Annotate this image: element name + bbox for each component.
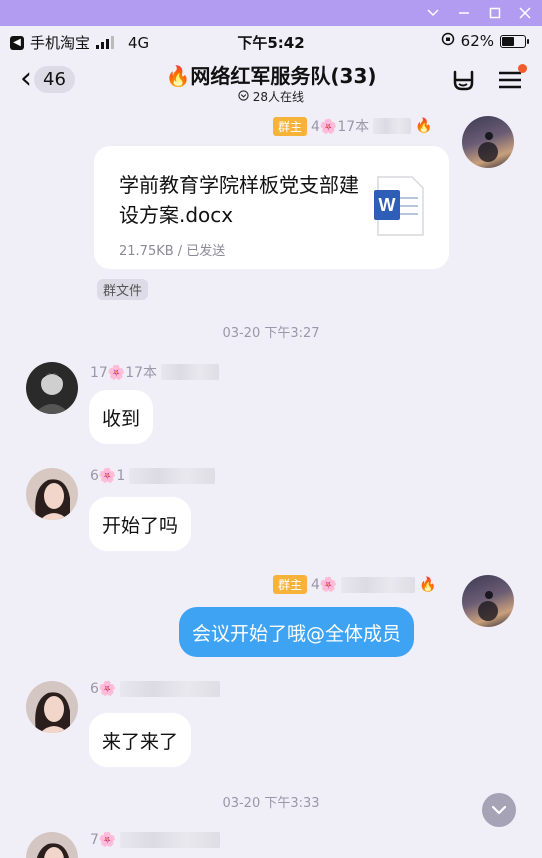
- maximize-icon[interactable]: [480, 0, 510, 26]
- battery-percent: 62%: [460, 32, 494, 50]
- menu-icon[interactable]: [498, 64, 527, 94]
- minimize-icon[interactable]: [449, 0, 479, 26]
- message-text: 来了来了: [102, 730, 179, 753]
- sender-name: 6🌸1: [90, 468, 126, 484]
- fire-icon: 🔥: [419, 576, 437, 593]
- owner-badge: 群主: [273, 575, 308, 594]
- sender-info: 6🌸: [90, 681, 221, 697]
- close-icon[interactable]: [510, 0, 540, 26]
- avatar[interactable]: [26, 468, 78, 520]
- blurred-name: [341, 576, 416, 593]
- message-bubble[interactable]: 开始了吗: [89, 497, 192, 551]
- timestamp: 03-20 下午3:33: [222, 796, 320, 811]
- avatar[interactable]: [462, 116, 514, 168]
- sender-info: 群主 4🌸 🔥: [273, 575, 437, 594]
- avatar[interactable]: [26, 832, 78, 858]
- fire-icon: 🔥: [165, 64, 191, 88]
- sender-name: 4🌸17本: [311, 119, 370, 135]
- scroll-to-bottom-button[interactable]: [482, 793, 516, 827]
- file-info: 21.75KB / 已发送: [119, 244, 226, 259]
- rotation-lock-icon: [441, 32, 455, 50]
- blurred-name: [161, 364, 220, 380]
- word-doc-icon: W: [374, 176, 424, 236]
- blurred-name: [120, 681, 221, 697]
- owner-badge: 群主: [273, 116, 308, 136]
- sender-info: 17🌸17本: [90, 362, 220, 382]
- sender-info: 6🌸1: [90, 468, 216, 484]
- message-bubble[interactable]: 会议开始了哦@全体成员: [179, 607, 415, 657]
- group-file-tag[interactable]: 群文件: [97, 279, 149, 300]
- file-message-card[interactable]: 学前教育学院样板党支部建设方案.docx 21.75KB / 已发送 W: [94, 146, 449, 269]
- message-text: 开始了吗: [102, 514, 179, 537]
- chevron-down-icon[interactable]: [418, 0, 448, 26]
- avatar[interactable]: [462, 575, 514, 627]
- svg-text:W: W: [379, 195, 396, 215]
- message-text: 会议开始了哦@全体成员: [192, 622, 402, 645]
- sender-info: 7🌸: [90, 832, 221, 848]
- avatar[interactable]: [26, 362, 78, 414]
- timestamp: 03-20 下午3:27: [222, 326, 320, 341]
- message-bubble[interactable]: 来了来了: [89, 713, 192, 767]
- chat-header: ‹ 46 🔥网络红军服务队(33) 28人在线: [0, 56, 542, 110]
- window-title-bar: [0, 0, 542, 26]
- online-count: 28人在线: [252, 90, 305, 104]
- group-name: 网络红军服务队(33): [190, 64, 377, 88]
- blurred-name: [373, 118, 412, 134]
- battery-icon: [500, 34, 529, 48]
- message-bubble[interactable]: 收到: [89, 390, 154, 444]
- message-text: 收到: [102, 407, 141, 430]
- sender-name: 6🌸: [90, 681, 117, 697]
- sender-name: 4🌸: [311, 576, 338, 593]
- notification-dot: [518, 64, 527, 73]
- blurred-name: [129, 468, 216, 484]
- sender-name: 17🌸17本: [90, 365, 158, 381]
- chevron-circle-icon: [238, 90, 249, 101]
- avatar[interactable]: [26, 681, 78, 733]
- blurred-name: [120, 832, 221, 848]
- chat-area[interactable]: 群主 4🌸17本 🔥 学前教育学院样板党支部建设方案.docx 21.75KB …: [0, 110, 542, 858]
- file-name: 学前教育学院样板党支部建设方案.docx: [119, 173, 359, 227]
- fire-icon: 🔥: [415, 118, 433, 134]
- status-bar: ◀ 手机淘宝 4G 下午5:42 62%: [0, 26, 542, 56]
- sender-info: 群主 4🌸17本 🔥: [273, 116, 433, 136]
- sender-name: 7🌸: [90, 832, 117, 848]
- chevron-down-icon: [491, 805, 507, 815]
- rock-hand-icon[interactable]: [450, 68, 476, 96]
